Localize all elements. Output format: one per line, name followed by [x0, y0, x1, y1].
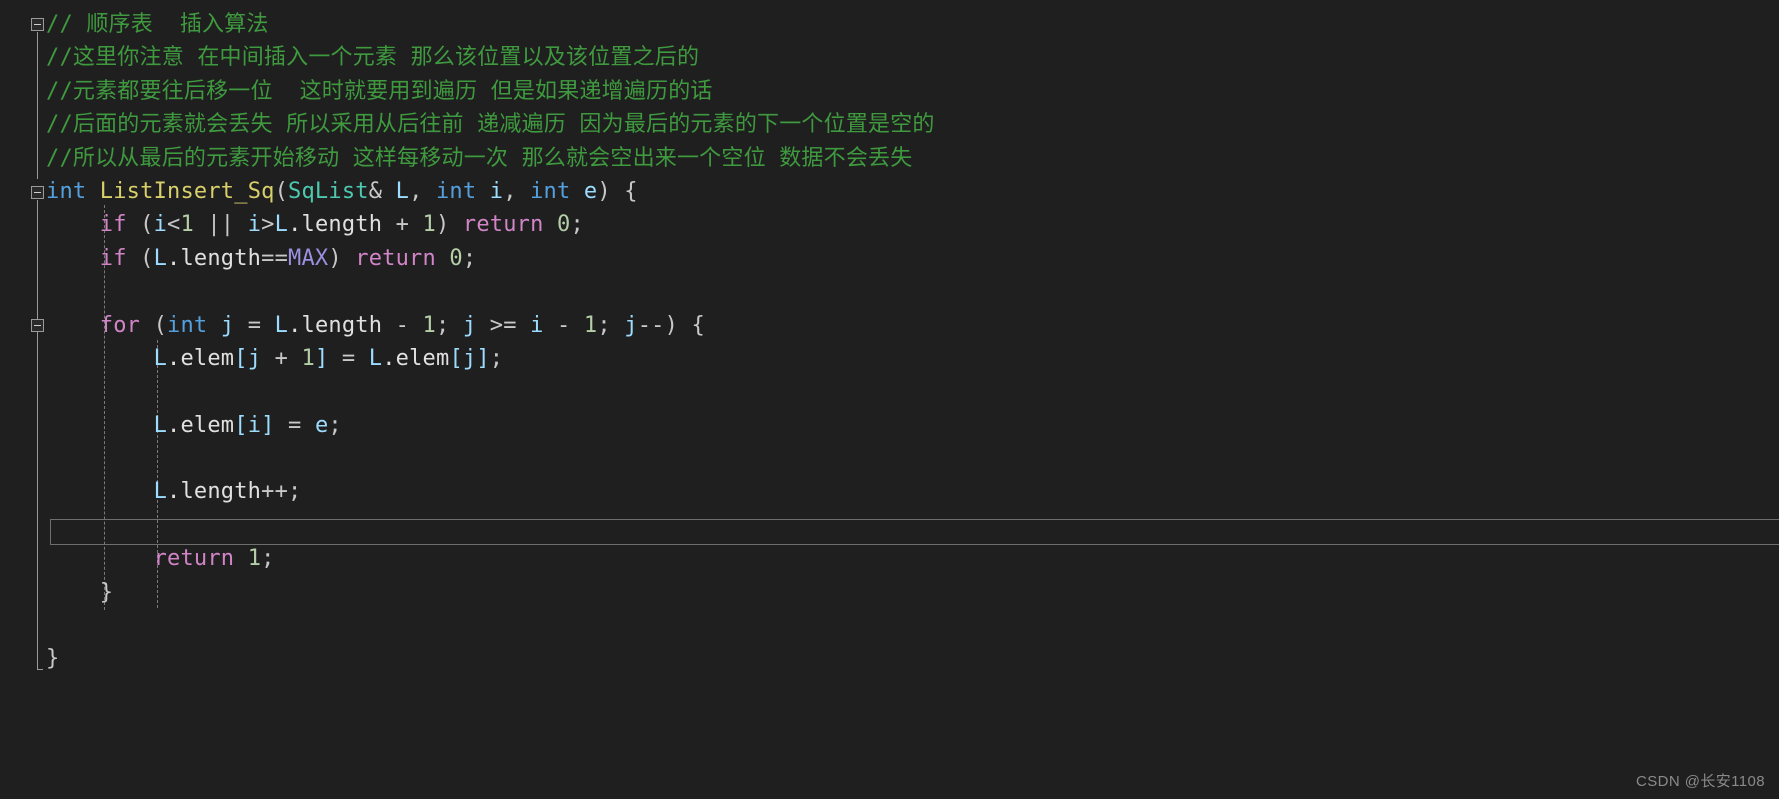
code-line-7[interactable]: if (i<1 || i>L.length + 1) return 0;: [46, 208, 1746, 241]
watermark: CSDN @长安1108: [1636, 773, 1765, 790]
keyword-return: return: [462, 212, 544, 238]
member-elem: .elem: [382, 345, 450, 371]
code-line-3[interactable]: //元素都要往后移一位 这时就要用到遍历 但是如果递增遍历的话: [46, 75, 1746, 108]
member-elem: .elem: [167, 412, 235, 438]
var-i: i: [247, 212, 262, 238]
code-line-12[interactable]: [46, 375, 1746, 408]
ampersand: &: [368, 178, 383, 204]
comment-text: //所以从最后的元素开始移动 这样每移动一次 那么就会空出来一个空位 数据不会丢…: [46, 145, 913, 171]
var-j: j: [462, 312, 477, 338]
keyword-int: int: [530, 178, 571, 204]
var-L: L: [153, 412, 168, 438]
code-line-18[interactable]: }: [46, 576, 1746, 609]
var-L: L: [153, 245, 168, 271]
increment-op: ++: [261, 479, 289, 505]
brace-close: }: [46, 646, 60, 672]
code-line-5[interactable]: //所以从最后的元素开始移动 这样每移动一次 那么就会空出来一个空位 数据不会丢…: [46, 142, 1746, 175]
keyword-if: if: [99, 212, 127, 238]
type-sqlist: SqList: [288, 178, 369, 204]
code-line-19[interactable]: [46, 609, 1746, 642]
fold-region-line-function: [37, 200, 43, 670]
keyword-return: return: [153, 546, 235, 572]
param-e: e: [583, 178, 598, 204]
brace-open: {: [610, 178, 638, 204]
code-line-8[interactable]: if (L.length==MAX) return 0;: [46, 242, 1746, 275]
var-L: L: [153, 479, 168, 505]
function-name: ListInsert_Sq: [99, 178, 275, 204]
code-line-14[interactable]: [46, 442, 1746, 475]
code-line-11[interactable]: L.elem[j + 1] = L.elem[j];: [46, 342, 1746, 375]
code-line-13[interactable]: L.elem[i] = e;: [46, 409, 1746, 442]
member-length: .length: [288, 312, 383, 338]
fold-toggle-for-loop[interactable]: [31, 319, 44, 332]
code-content[interactable]: // 顺序表 插入算法 //这里你注意 在中间插入一个元素 那么该位置以及该位置…: [46, 8, 1746, 676]
var-L: L: [153, 345, 168, 371]
var-e: e: [314, 412, 329, 438]
code-line-9[interactable]: [46, 275, 1746, 308]
var-i: i: [153, 212, 168, 238]
keyword-for: for: [99, 312, 141, 338]
param-L: L: [395, 178, 410, 204]
fold-toggle-comment-block[interactable]: [31, 18, 44, 31]
keyword-int: int: [46, 178, 87, 204]
code-line-17[interactable]: return 1;: [46, 542, 1746, 575]
fold-gutter[interactable]: [0, 0, 48, 799]
var-L: L: [274, 312, 289, 338]
code-line-10[interactable]: for (int j = L.length - 1; j >= i - 1; j…: [46, 309, 1746, 342]
var-j: j: [624, 312, 638, 338]
decrement-op: --: [637, 312, 665, 338]
comment-text: // 顺序表 插入算法: [46, 12, 269, 37]
code-line-4[interactable]: //后面的元素就会丢失 所以采用从后往前 递减遍历 因为最后的元素的下一个位置是…: [46, 108, 1746, 141]
keyword-return: return: [355, 245, 436, 271]
paren-open: (: [274, 178, 289, 204]
fold-region-line-comments: [37, 32, 38, 179]
code-editor[interactable]: // 顺序表 插入算法 //这里你注意 在中间插入一个元素 那么该位置以及该位置…: [0, 0, 1779, 799]
code-line-15[interactable]: L.length++;: [46, 475, 1746, 508]
comment-text: //后面的元素就会丢失 所以采用从后往前 递减遍历 因为最后的元素的下一个位置是…: [46, 112, 935, 138]
macro-max: MAX: [288, 245, 329, 271]
member-elem: .elem: [167, 345, 235, 371]
member-length: .length: [167, 479, 262, 505]
fold-toggle-function[interactable]: [31, 186, 44, 199]
var-L: L: [274, 212, 289, 238]
var-L: L: [368, 345, 383, 371]
keyword-if: if: [99, 245, 127, 271]
member-length: .length: [167, 245, 262, 271]
comment-text: //这里你注意 在中间插入一个元素 那么该位置以及该位置之后的: [46, 45, 700, 71]
code-line-6[interactable]: int ListInsert_Sq(SqList& L, int i, int …: [46, 175, 1746, 208]
paren-close: ): [597, 178, 611, 204]
code-line-16[interactable]: [46, 509, 1746, 542]
code-line-2[interactable]: //这里你注意 在中间插入一个元素 那么该位置以及该位置之后的: [46, 41, 1746, 74]
var-j: j: [220, 312, 235, 338]
var-i: i: [530, 312, 544, 338]
param-i: i: [489, 178, 504, 204]
brace-close: }: [99, 579, 114, 605]
comment-text: //元素都要往后移一位 这时就要用到遍历 但是如果递增遍历的话: [46, 78, 713, 104]
var-j: j: [462, 345, 477, 371]
keyword-int: int: [167, 312, 208, 338]
var-j: j: [247, 345, 262, 371]
member-length: .length: [288, 212, 383, 238]
code-line-20[interactable]: }: [46, 642, 1746, 675]
var-i: i: [247, 412, 262, 438]
keyword-int: int: [435, 178, 477, 204]
code-line-1[interactable]: // 顺序表 插入算法: [46, 8, 1746, 41]
